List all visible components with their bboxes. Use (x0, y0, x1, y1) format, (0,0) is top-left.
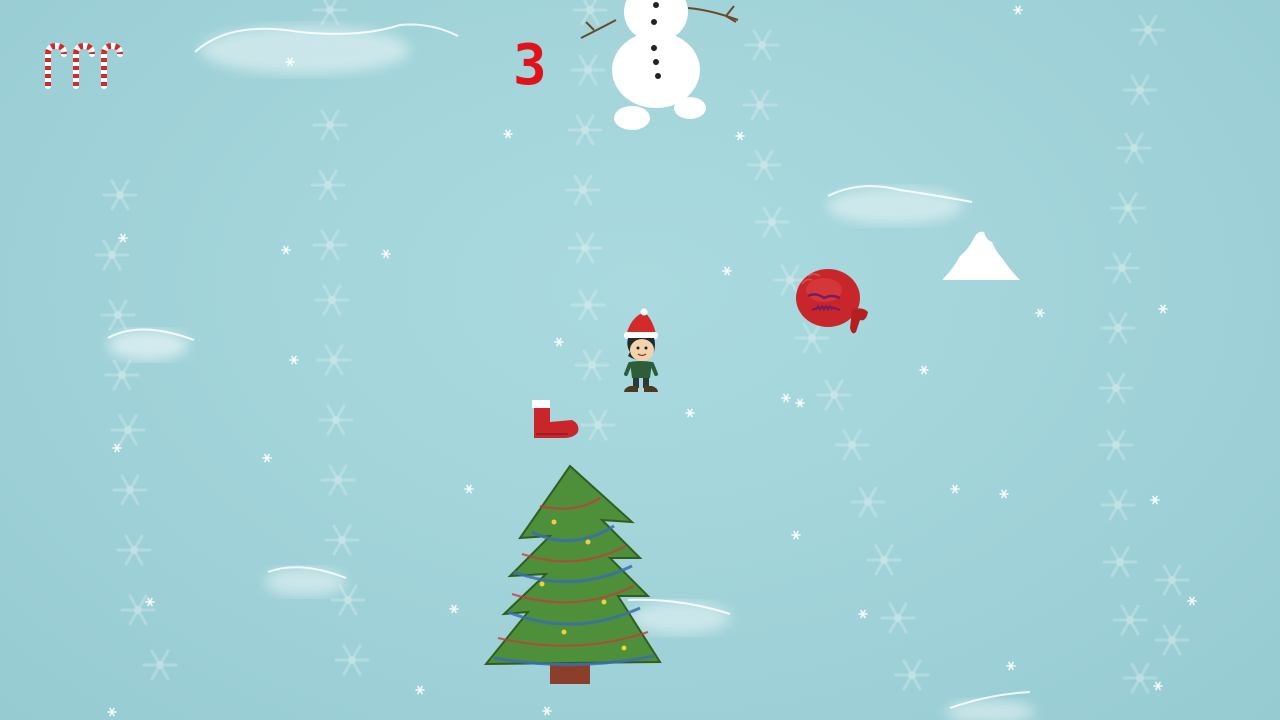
score-counter: 3 (513, 33, 547, 98)
snowflake-column-1 (94, 179, 178, 681)
cloud-3 (107, 328, 195, 360)
cloud-4 (265, 566, 347, 596)
candy-cane-icon (101, 42, 123, 89)
snow-pile-sprite (942, 231, 1020, 280)
cloud-2 (827, 185, 973, 224)
elf-player (624, 308, 658, 392)
snowflake-column-5 (1098, 14, 1190, 694)
snowflake-column-4 (742, 29, 930, 691)
christmas-tree-obstacle (484, 464, 662, 684)
cloud-1 (194, 23, 459, 74)
candy-cane-icon (45, 42, 67, 89)
cloud-6 (945, 691, 1035, 720)
santa-sack-enemy (796, 269, 868, 334)
snowman-sprite (580, 0, 739, 130)
game-stage[interactable]: 3 (0, 0, 1280, 720)
candy-cane-icon (73, 42, 95, 89)
santa-boot-pickup (532, 400, 579, 438)
lives-display (45, 42, 123, 89)
